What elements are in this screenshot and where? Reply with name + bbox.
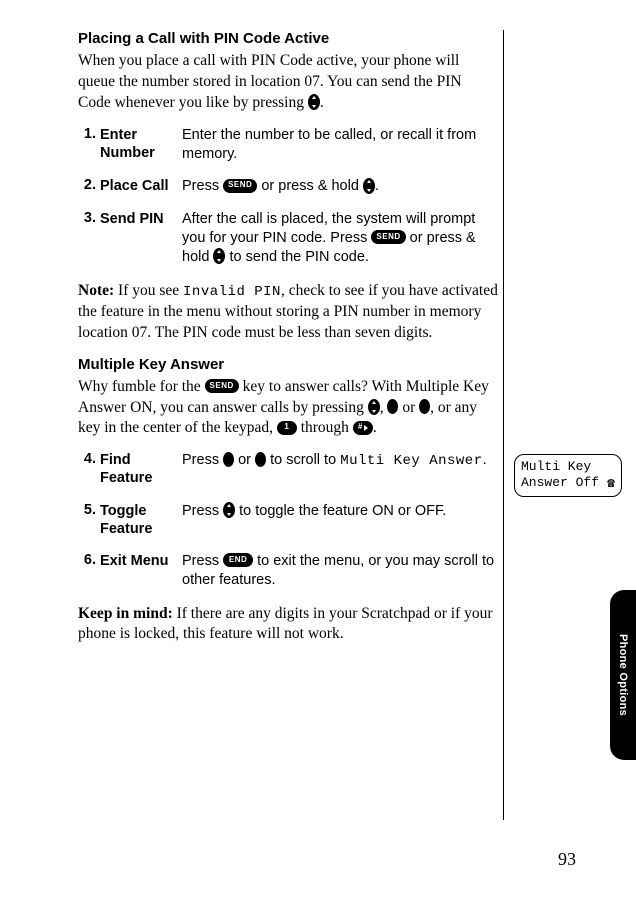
end-key-icon: END: [223, 553, 253, 567]
menu-code: Multi Key Answer: [340, 453, 482, 469]
step-row: 4. Find Feature Press or to scroll to Mu…: [78, 451, 498, 487]
step-desc: Press SEND or press & hold .: [182, 177, 498, 196]
text: .: [373, 419, 377, 436]
step-number: 3.: [78, 210, 100, 267]
text: Press: [182, 503, 223, 519]
scroll-key-icon: [223, 502, 235, 518]
section1-intro: When you place a call with PIN Code acti…: [78, 51, 498, 114]
scroll-key-icon: [363, 178, 375, 194]
step-desc: Press to toggle the feature ON or OFF.: [182, 502, 498, 538]
steps-list-1: 1. Enter Number Enter the number to be c…: [78, 126, 498, 267]
scroll-key-icon: [213, 248, 225, 264]
keep-in-mind: Keep in mind: If there are any digits in…: [78, 604, 498, 646]
phone-icon: ☎: [607, 477, 615, 490]
screen-line1: Multi Key: [521, 459, 615, 475]
step-row: 3. Send PIN After the call is placed, th…: [78, 210, 498, 267]
text: to toggle the feature ON or OFF.: [235, 503, 446, 519]
note-label: Note:: [78, 282, 114, 299]
text: .: [375, 178, 379, 194]
step-number: 4.: [78, 451, 100, 487]
text: Why fumble for the: [78, 378, 205, 395]
intro-text: When you place a call with PIN Code acti…: [78, 52, 462, 111]
step-desc: Press END to exit the menu, or you may s…: [182, 552, 498, 590]
note-paragraph: Note: If you see Invalid PIN, check to s…: [78, 281, 498, 344]
text: #: [358, 422, 363, 433]
triangle-icon: [364, 425, 368, 431]
vertical-divider: [503, 30, 504, 820]
chapter-tab: Phone Options: [610, 590, 636, 760]
step-title: Send PIN: [100, 210, 182, 267]
text: to scroll to: [266, 452, 340, 468]
send-key-icon: SEND: [371, 230, 405, 244]
key-icon: [387, 399, 398, 414]
steps-list-2: 4. Find Feature Press or to scroll to Mu…: [78, 451, 498, 589]
phone-screen: Multi Key Answer Off ☎: [514, 454, 622, 497]
screen-line2: Answer Off: [521, 475, 599, 491]
step-title: Exit Menu: [100, 552, 182, 590]
text: or press & hold: [257, 178, 363, 194]
page-number: 93: [558, 849, 576, 870]
step-desc: Press or to scroll to Multi Key Answer.: [182, 451, 498, 487]
step-number: 1.: [78, 126, 100, 164]
main-content: Placing a Call with PIN Code Active When…: [78, 30, 498, 645]
scroll-key-icon: [368, 399, 380, 415]
intro-text-end: .: [320, 94, 324, 111]
section-heading: Multiple Key Answer: [78, 356, 498, 373]
text: to send the PIN code.: [225, 249, 368, 265]
one-key-icon: 1: [277, 421, 297, 435]
text: ,: [380, 399, 388, 416]
step-number: 5.: [78, 502, 100, 538]
step-desc: After the call is placed, the system wil…: [182, 210, 498, 267]
key-icon: [255, 452, 266, 467]
section2-intro: Why fumble for the SEND key to answer ca…: [78, 377, 498, 440]
step-number: 2.: [78, 177, 100, 196]
page: Placing a Call with PIN Code Active When…: [0, 0, 636, 898]
text: Press: [182, 553, 223, 569]
step-row: 5. Toggle Feature Press to toggle the fe…: [78, 502, 498, 538]
step-title: Enter Number: [100, 126, 182, 164]
invalid-pin-code: Invalid PIN: [183, 284, 281, 300]
key-icon: [223, 452, 234, 467]
text: Press: [182, 452, 223, 468]
text: through: [297, 419, 353, 436]
section-heading: Placing a Call with PIN Code Active: [78, 30, 498, 47]
step-number: 6.: [78, 552, 100, 590]
key-icon: [419, 399, 430, 414]
chapter-tab-label: Phone Options: [617, 634, 629, 716]
screen-line2-row: Answer Off ☎: [521, 475, 615, 491]
step-row: 1. Enter Number Enter the number to be c…: [78, 126, 498, 164]
step-title: Toggle Feature: [100, 502, 182, 538]
text: Press: [182, 178, 223, 194]
note-pre: If you see: [114, 282, 183, 299]
hash-key-icon: #: [353, 421, 373, 435]
step-row: 6. Exit Menu Press END to exit the menu,…: [78, 552, 498, 590]
send-key-icon: SEND: [223, 179, 257, 193]
scroll-key-icon: [308, 94, 320, 110]
send-key-icon: SEND: [205, 379, 239, 393]
step-title: Place Call: [100, 177, 182, 196]
step-title: Find Feature: [100, 451, 182, 487]
step-desc: Enter the number to be called, or recall…: [182, 126, 498, 164]
step-row: 2. Place Call Press SEND or press & hold…: [78, 177, 498, 196]
text: or: [398, 399, 419, 416]
text: or: [234, 452, 255, 468]
keep-label: Keep in mind:: [78, 605, 173, 622]
text: .: [483, 452, 487, 468]
